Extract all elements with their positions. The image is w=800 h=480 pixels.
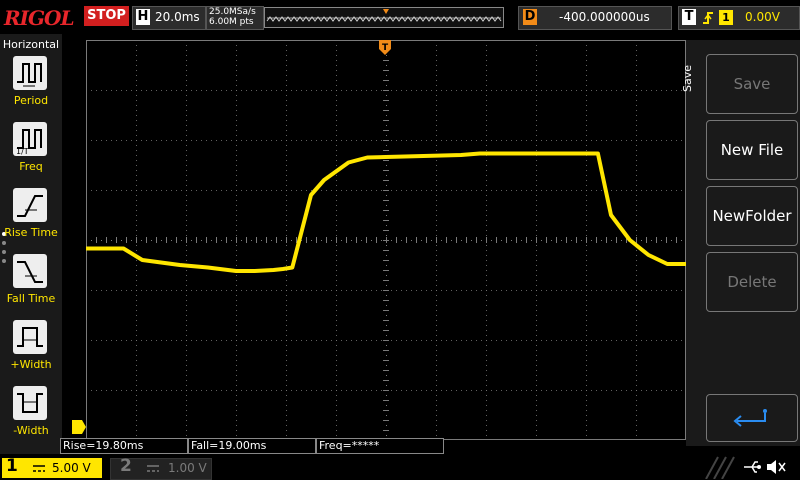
frequency-measurement: Freq=***** [316, 438, 444, 454]
save-button[interactable]: Save [706, 54, 798, 114]
menu-item-positive-width[interactable]: +Width [0, 320, 62, 380]
waveform-display[interactable] [86, 40, 686, 440]
new-file-button[interactable]: New File [706, 120, 798, 180]
freq-label: Freq [19, 160, 43, 173]
usb-icon [744, 461, 761, 473]
negative-width-icon [13, 386, 47, 420]
channel2-number: 2 [120, 456, 132, 476]
run-stop-button[interactable]: STOP [84, 6, 129, 26]
horizontal-label: H [136, 9, 150, 25]
horizontal-timebase-box[interactable]: H 20.0ms [132, 6, 206, 30]
dc-coupling-icon [33, 465, 45, 472]
delay-box[interactable]: D -400.000000us [518, 6, 672, 30]
trigger-label: T [682, 9, 696, 25]
period-label: Period [13, 94, 49, 107]
sample-info-box: 25.0MSa/s 6.00M pts [206, 6, 264, 30]
dc-coupling-icon [147, 465, 159, 472]
status-stripes [705, 456, 735, 479]
period-icon [13, 56, 47, 90]
fall-time-measurement: Fall=19.00ms [188, 438, 316, 454]
positive-width-label: +Width [10, 358, 52, 371]
graticule [86, 40, 686, 440]
fall-time-label: Fall Time [6, 292, 56, 305]
channel2-scale: 1.00 V [168, 461, 207, 475]
delay-label: D [523, 9, 537, 25]
menu-item-rise-time[interactable]: Rise Time [0, 188, 62, 248]
menu-item-freq[interactable]: 1/T Freq [0, 122, 62, 182]
horizontal-menu: Horizontal Period 1/T Freq Rise Time Fal… [0, 34, 62, 454]
svg-text:1/T: 1/T [16, 147, 29, 156]
menu-item-fall-time[interactable]: Fall Time [0, 254, 62, 314]
menu-item-negative-width[interactable]: -Width [0, 386, 62, 446]
memory-overview-waveform [266, 9, 502, 22]
svg-text:T: T [382, 43, 389, 53]
negative-width-label: -Width [13, 424, 49, 437]
trigger-level: 0.00V [745, 10, 780, 24]
menu-title: Horizontal [2, 38, 60, 51]
channel1-waveform [86, 151, 686, 273]
rise-time-icon [13, 188, 47, 222]
mute-speaker-icon[interactable] [764, 456, 788, 478]
trigger-time-marker[interactable]: T [379, 40, 391, 56]
rising-edge-icon [703, 12, 713, 24]
rise-time-label: Rise Time [4, 226, 58, 239]
memory-overview-bar[interactable] [264, 7, 504, 28]
trigger-box[interactable]: T 1 0.00V [678, 6, 800, 30]
fall-time-icon [13, 254, 47, 288]
menu-item-period[interactable]: Period [0, 56, 62, 116]
timebase-value: 20.0ms [155, 10, 200, 24]
sample-rate: 25.0MSa/s [209, 7, 256, 17]
trigger-position-marker [383, 9, 389, 14]
new-folder-button[interactable]: NewFolder [706, 186, 798, 246]
rigol-logo: RIGOL [4, 6, 75, 30]
memory-depth: 6.00M pts [209, 17, 254, 27]
channel1-scale: 5.00 V [52, 461, 91, 475]
save-menu-title: Save [681, 64, 695, 93]
channel1-number: 1 [6, 456, 18, 476]
return-arrow-icon [733, 409, 767, 427]
delay-value: -400.000000us [559, 10, 650, 24]
trigger-source: 1 [719, 10, 733, 25]
freq-icon: 1/T [13, 122, 47, 156]
channel1-ground-marker[interactable] [72, 420, 86, 434]
rise-time-measurement: Rise=19.80ms [60, 438, 188, 454]
save-menu: Save Save New File NewFolder Delete [681, 40, 800, 446]
delete-button[interactable]: Delete [706, 252, 798, 312]
back-button[interactable] [706, 394, 798, 442]
positive-width-icon [13, 320, 47, 354]
